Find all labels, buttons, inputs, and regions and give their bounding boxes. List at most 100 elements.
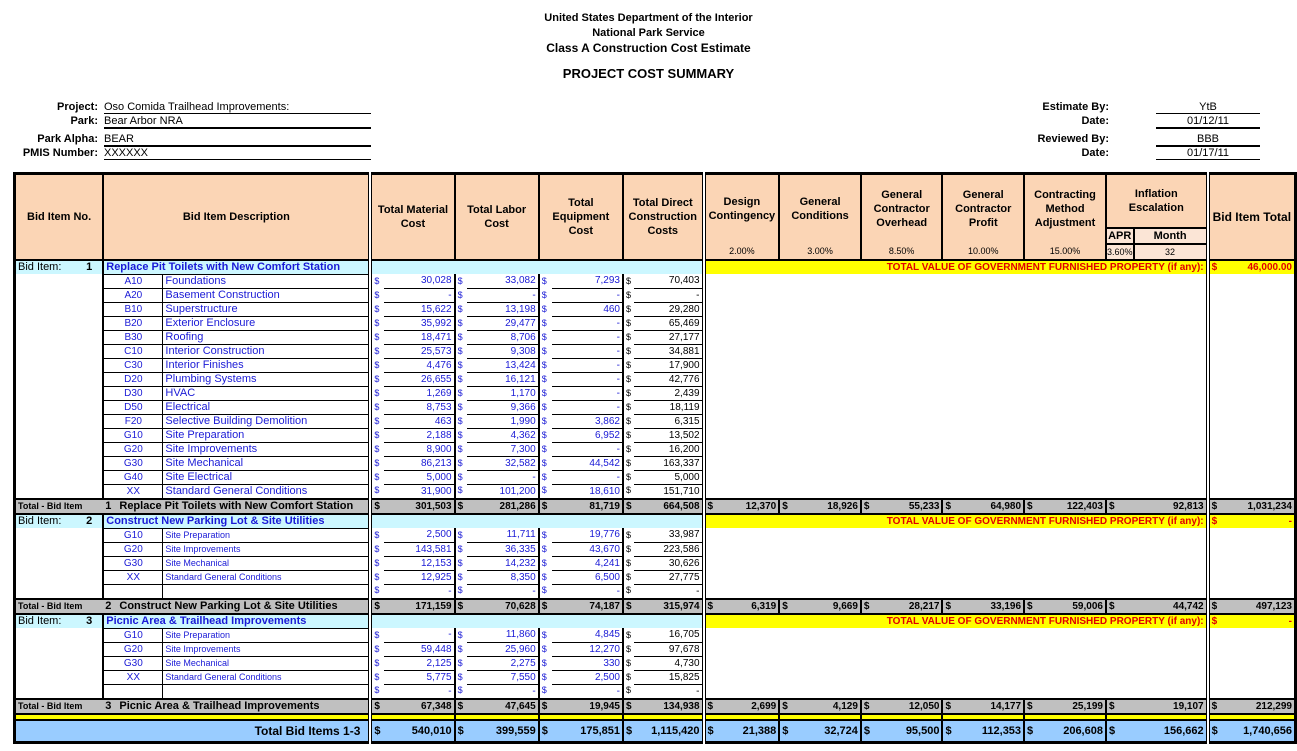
cost-value[interactable]: 16,705	[634, 628, 704, 643]
cost-value[interactable]: 13,502	[634, 428, 704, 443]
cost-value[interactable]: 8,350	[467, 570, 540, 585]
cost-value[interactable]: -	[634, 288, 704, 303]
cost-value[interactable]: 223,586	[634, 542, 704, 557]
cost-value[interactable]: 1,269	[384, 386, 456, 401]
date2-value[interactable]: 01/17/11	[1156, 147, 1260, 160]
cost-value[interactable]: 15,825	[634, 670, 704, 685]
cost-value[interactable]: 101,200	[467, 484, 540, 499]
cost-value[interactable]: 12,925	[384, 570, 456, 585]
cost-value[interactable]: -	[384, 288, 456, 303]
cost-value[interactable]: 65,469	[634, 316, 704, 331]
rate-profit[interactable]: 10.00%	[941, 243, 1026, 261]
cost-value[interactable]: 33,082	[467, 274, 540, 289]
line-description[interactable]: Interior Finishes	[162, 357, 371, 373]
cost-value[interactable]: -	[551, 344, 625, 359]
reviewed-by-value[interactable]: BBB	[1156, 133, 1260, 147]
cost-value[interactable]: 8,753	[384, 400, 456, 415]
line-description[interactable]: Site Improvements	[162, 641, 371, 657]
cost-value[interactable]: 7,293	[551, 274, 625, 289]
cost-value[interactable]: 26,655	[384, 372, 456, 387]
cost-value[interactable]: 7,300	[467, 442, 540, 457]
line-description[interactable]: Roofing	[162, 329, 371, 345]
cost-value[interactable]: -	[551, 470, 625, 485]
line-description[interactable]: Exterior Enclosure	[162, 315, 371, 331]
line-description[interactable]: Site Preparation	[162, 527, 371, 543]
cost-value[interactable]: -	[551, 330, 625, 345]
line-description[interactable]: Basement Construction	[162, 287, 371, 303]
cost-value[interactable]: 2,275	[467, 656, 540, 671]
cost-value[interactable]: 43,670	[551, 542, 625, 557]
cost-value[interactable]: 4,362	[467, 428, 540, 443]
rate-apr[interactable]: 3.60%	[1104, 242, 1135, 261]
cost-value[interactable]: 34,881	[634, 344, 704, 359]
line-description[interactable]	[162, 583, 371, 599]
cost-value[interactable]: -	[467, 470, 540, 485]
cost-value[interactable]: 9,366	[467, 400, 540, 415]
cost-value[interactable]: 330	[551, 656, 625, 671]
rate-month[interactable]: 32	[1132, 242, 1209, 261]
estimate-by-value[interactable]: YtB	[1156, 101, 1260, 114]
cost-value[interactable]: 30,028	[384, 274, 456, 289]
cost-value[interactable]: 44,542	[551, 456, 625, 471]
rate-overhead[interactable]: 8.50%	[859, 243, 944, 261]
cost-value[interactable]: 5,775	[384, 670, 456, 685]
cost-value[interactable]: 18,119	[634, 400, 704, 415]
cost-value[interactable]: 6,952	[551, 428, 625, 443]
line-description[interactable]: Plumbing Systems	[162, 371, 371, 387]
cost-value[interactable]: -	[551, 400, 625, 415]
date1-value[interactable]: 01/12/11	[1156, 115, 1260, 129]
gfp-value[interactable]: 46,000.00	[1219, 258, 1296, 274]
cost-value[interactable]: 8,706	[467, 330, 540, 345]
cost-value[interactable]: 33,987	[634, 528, 704, 543]
cost-value[interactable]: 6,500	[551, 570, 625, 585]
cost-value[interactable]: 4,730	[634, 656, 704, 671]
cost-value[interactable]: 5,000	[634, 470, 704, 485]
gfp-value[interactable]: -	[1219, 612, 1296, 628]
cost-value[interactable]: 35,992	[384, 316, 456, 331]
gfp-value[interactable]: -	[1219, 512, 1296, 528]
cost-value[interactable]: 29,477	[467, 316, 540, 331]
cost-value[interactable]: 163,337	[634, 456, 704, 471]
line-description[interactable]: Superstructure	[162, 301, 371, 317]
cost-value[interactable]: 16,121	[467, 372, 540, 387]
line-description[interactable]: Electrical	[162, 399, 371, 415]
line-description[interactable]: Foundations	[162, 273, 371, 289]
bid-item-title[interactable]: Replace Pit Toilets with New Comfort Sta…	[102, 258, 371, 274]
cost-value[interactable]: 25,960	[467, 642, 540, 657]
line-description[interactable]: Site Electrical	[162, 469, 371, 485]
cost-value[interactable]: 14,232	[467, 556, 540, 571]
cost-value[interactable]: -	[384, 684, 456, 699]
line-description[interactable]: Standard General Conditions	[162, 669, 371, 685]
line-description[interactable]: Site Preparation	[162, 627, 371, 643]
bid-item-title[interactable]: Construct New Parking Lot & Site Utiliti…	[102, 512, 371, 528]
cost-value[interactable]: 17,900	[634, 358, 704, 373]
cost-value[interactable]: 42,776	[634, 372, 704, 387]
park-value[interactable]: Bear Arbor NRA	[104, 115, 371, 129]
cost-value[interactable]: 11,860	[467, 628, 540, 643]
cost-value[interactable]: 8,900	[384, 442, 456, 457]
cost-value[interactable]: 29,280	[634, 302, 704, 317]
line-description[interactable]: Selective Building Demolition	[162, 413, 371, 429]
rate-method[interactable]: 15.00%	[1023, 243, 1107, 261]
cost-value[interactable]: -	[551, 288, 625, 303]
rate-conditions[interactable]: 3.00%	[778, 243, 862, 261]
line-description[interactable]: Standard General Conditions	[162, 569, 371, 585]
cost-value[interactable]: 2,500	[551, 670, 625, 685]
cost-value[interactable]: 2,125	[384, 656, 456, 671]
cost-value[interactable]: 3,862	[551, 414, 625, 429]
cost-value[interactable]: 27,775	[634, 570, 704, 585]
cost-value[interactable]: 16,200	[634, 442, 704, 457]
line-description[interactable]: Site Mechanical	[162, 655, 371, 671]
cost-value[interactable]: 2,500	[384, 528, 456, 543]
cost-value[interactable]: 9,308	[467, 344, 540, 359]
cost-value[interactable]: 463	[384, 414, 456, 429]
cost-value[interactable]: 4,476	[384, 358, 456, 373]
cost-value[interactable]: 1,990	[467, 414, 540, 429]
project-value[interactable]: Oso Comida Trailhead Improvements:	[104, 101, 371, 114]
line-description[interactable]: Site Improvements	[162, 541, 371, 557]
cost-value[interactable]: -	[551, 684, 625, 699]
cost-value[interactable]: 31,900	[384, 484, 456, 499]
cost-value[interactable]: 86,213	[384, 456, 456, 471]
cost-value[interactable]: 36,335	[467, 542, 540, 557]
line-description[interactable]: Site Improvements	[162, 441, 371, 457]
